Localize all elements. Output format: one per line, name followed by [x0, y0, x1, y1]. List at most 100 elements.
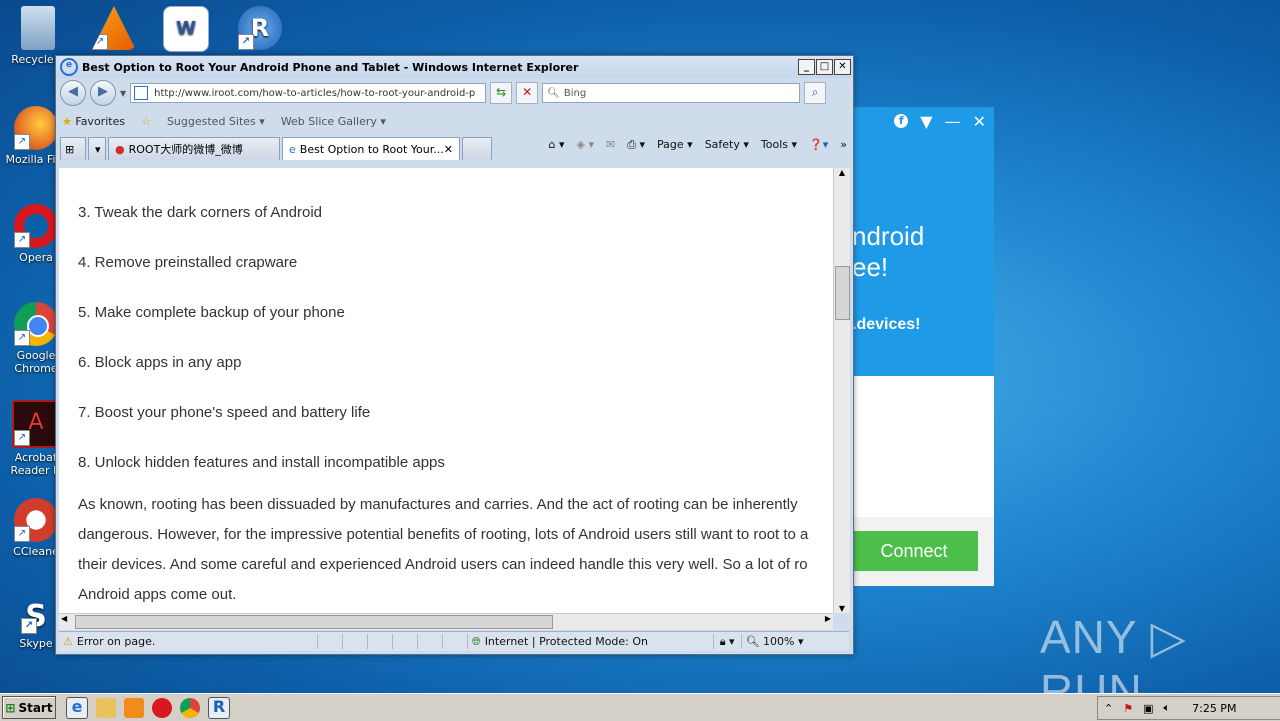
- facebook-icon[interactable]: f: [894, 114, 909, 128]
- tab-close-icon[interactable]: ✕: [444, 143, 453, 156]
- desktop-icon-r[interactable]: R ↗: [224, 6, 296, 53]
- taskbar-r-app-icon[interactable]: R: [208, 696, 230, 719]
- horizontal-scroll-thumb[interactable]: [75, 615, 553, 629]
- connect-button[interactable]: Connect: [850, 531, 978, 571]
- desktop-icon-label: CCleane: [13, 545, 59, 558]
- list-item: 7. Boost your phone's speed and battery …: [78, 404, 371, 421]
- favorites-button[interactable]: ★ Favorites: [62, 115, 125, 128]
- tray-expand-icon[interactable]: ⌃: [1104, 702, 1113, 715]
- list-item: 4. Remove preinstalled crapware: [78, 254, 298, 271]
- firefox-icon: ↗: [14, 106, 58, 150]
- warning-icon[interactable]: ⚠: [63, 635, 73, 648]
- list-item: 5. Make complete backup of your phone: [78, 304, 345, 321]
- forward-button[interactable]: ▶: [90, 80, 116, 106]
- popup-close-icon[interactable]: ✕: [973, 112, 986, 131]
- horizontal-scrollbar[interactable]: ◀ ▶: [59, 613, 833, 630]
- close-button[interactable]: ✕: [834, 59, 851, 75]
- tab-label: ROOT大师的微博_微博: [128, 143, 243, 156]
- safety-menu[interactable]: Safety ▾: [705, 138, 749, 152]
- shortcut-arrow-icon: ↗: [14, 526, 30, 542]
- scroll-down-icon[interactable]: ▼: [834, 604, 850, 613]
- page-icon: [134, 86, 149, 100]
- add-favorites-icon[interactable]: ☆: [141, 115, 151, 128]
- status-error-text[interactable]: Error on page.: [77, 635, 317, 648]
- acrobat-icon: A ↗: [12, 400, 60, 448]
- scroll-up-icon[interactable]: ▲: [834, 168, 850, 177]
- action-center-icon[interactable]: ⚑: [1123, 702, 1133, 715]
- taskbar-opera-icon[interactable]: [152, 697, 172, 718]
- start-label: Start: [18, 700, 53, 715]
- suggested-sites-label: Suggested Sites: [166, 114, 256, 128]
- maximize-button[interactable]: □: [816, 59, 833, 75]
- quick-tabs-button[interactable]: ⊞: [60, 137, 86, 160]
- taskbar-media-player-icon[interactable]: [124, 697, 144, 718]
- new-tab-button[interactable]: [462, 137, 492, 160]
- taskbar-explorer-icon[interactable]: [96, 697, 116, 718]
- mail-icon[interactable]: ✉: [606, 138, 615, 152]
- security-zone-text[interactable]: Internet | Protected Mode: On: [485, 635, 713, 648]
- more-commands-icon[interactable]: »: [840, 138, 847, 152]
- vertical-scroll-thumb[interactable]: [835, 266, 850, 320]
- taskbar-chrome-icon[interactable]: [180, 697, 200, 718]
- vlc-icon: ↗: [92, 6, 136, 50]
- shortcut-arrow-icon: ↗: [21, 618, 37, 634]
- page-menu-label: Page: [657, 138, 684, 151]
- tab-weibo[interactable]: ● ROOT大师的微博_微博: [108, 137, 280, 160]
- article-paragraph: As known, rooting has been dissuaded by …: [78, 490, 833, 610]
- address-toolbar: ◀ ▶ ▼ http://www.iroot.com/how-to-articl…: [56, 78, 853, 108]
- start-button[interactable]: ⊞ Start: [2, 696, 56, 719]
- scroll-left-icon[interactable]: ◀: [61, 614, 67, 623]
- desktop-icon-word[interactable]: W: [150, 6, 222, 55]
- address-url: http://www.iroot.com/how-to-articles/how…: [154, 87, 476, 99]
- zoom-control[interactable]: 🔍︎ 100% ▾: [746, 635, 804, 648]
- search-button[interactable]: ⌕: [804, 82, 827, 104]
- compatibility-view-button[interactable]: ⇆: [490, 82, 513, 104]
- word-document-icon: W: [163, 6, 209, 52]
- tab-iroot[interactable]: e Best Option to Root Your... ✕: [282, 137, 460, 160]
- search-icon: 🔍︎: [547, 87, 560, 99]
- popup-minimize-icon[interactable]: —: [945, 112, 961, 131]
- feeds-icon[interactable]: ◈ ▾: [576, 138, 593, 152]
- history-dropdown-icon[interactable]: ▼: [120, 89, 126, 98]
- ie-logo-icon: e: [60, 58, 78, 76]
- shortcut-arrow-icon: ↗: [14, 330, 30, 346]
- popup-dropdown-icon[interactable]: ▼: [920, 112, 932, 131]
- web-slice-gallery-link[interactable]: Web Slice Gallery ▾: [281, 115, 386, 128]
- suggested-sites-link[interactable]: Suggested Sites ▾: [167, 115, 265, 128]
- search-input[interactable]: 🔍︎ Bing: [542, 83, 801, 103]
- desktop-icon-label: Opera: [19, 251, 53, 264]
- windows-logo-icon: ⊞: [5, 700, 16, 715]
- tab-list-button[interactable]: ▾: [88, 137, 106, 160]
- safety-menu-label: Safety: [704, 138, 740, 151]
- web-slice-gallery-label: Web Slice Gallery: [280, 114, 377, 128]
- paragraph-line: their devices. And some careful and expe…: [78, 556, 808, 573]
- protected-mode-icon[interactable]: 🔒︎ ▾: [720, 635, 735, 649]
- window-title: Best Option to Root Your Android Phone a…: [82, 60, 579, 74]
- skype-icon: S ↗: [21, 600, 51, 634]
- back-button[interactable]: ◀: [60, 80, 86, 106]
- desktop-icon-label: Google Chrome: [14, 349, 58, 375]
- favorites-label: Favorites: [75, 114, 126, 128]
- shortcut-arrow-icon: ↗: [14, 232, 30, 248]
- ccleaner-icon: ↗: [14, 498, 58, 542]
- home-icon[interactable]: ⌂ ▾: [548, 138, 564, 152]
- vertical-scrollbar[interactable]: ▲ ▼: [833, 168, 850, 613]
- status-bar: ⚠ Error on page. 🌐︎ Internet | Protected…: [59, 631, 849, 651]
- favorites-bar: ★ Favorites ☆ Suggested Sites ▾ Web Slic…: [56, 108, 853, 134]
- volume-icon[interactable]: 🔈︎: [1164, 701, 1171, 715]
- print-icon[interactable]: ⎙ ▾: [627, 138, 645, 152]
- address-bar[interactable]: http://www.iroot.com/how-to-articles/how…: [130, 83, 487, 103]
- desktop-icon-vlc[interactable]: ↗: [78, 6, 150, 53]
- help-icon[interactable]: ❓▾: [809, 138, 828, 152]
- tools-menu[interactable]: Tools ▾: [761, 138, 797, 152]
- chrome-icon: ↗: [14, 302, 58, 346]
- scroll-right-icon[interactable]: ▶: [825, 614, 831, 623]
- tools-menu-label: Tools: [760, 138, 789, 151]
- minimize-button[interactable]: _: [798, 59, 815, 75]
- taskbar-ie-icon[interactable]: e: [66, 696, 88, 719]
- page-menu[interactable]: Page ▾: [657, 138, 693, 152]
- stop-button[interactable]: ✕: [516, 82, 539, 104]
- clock[interactable]: 7:25 PM: [1192, 702, 1236, 715]
- network-icon[interactable]: ▣: [1143, 702, 1153, 715]
- search-placeholder: Bing: [563, 87, 587, 99]
